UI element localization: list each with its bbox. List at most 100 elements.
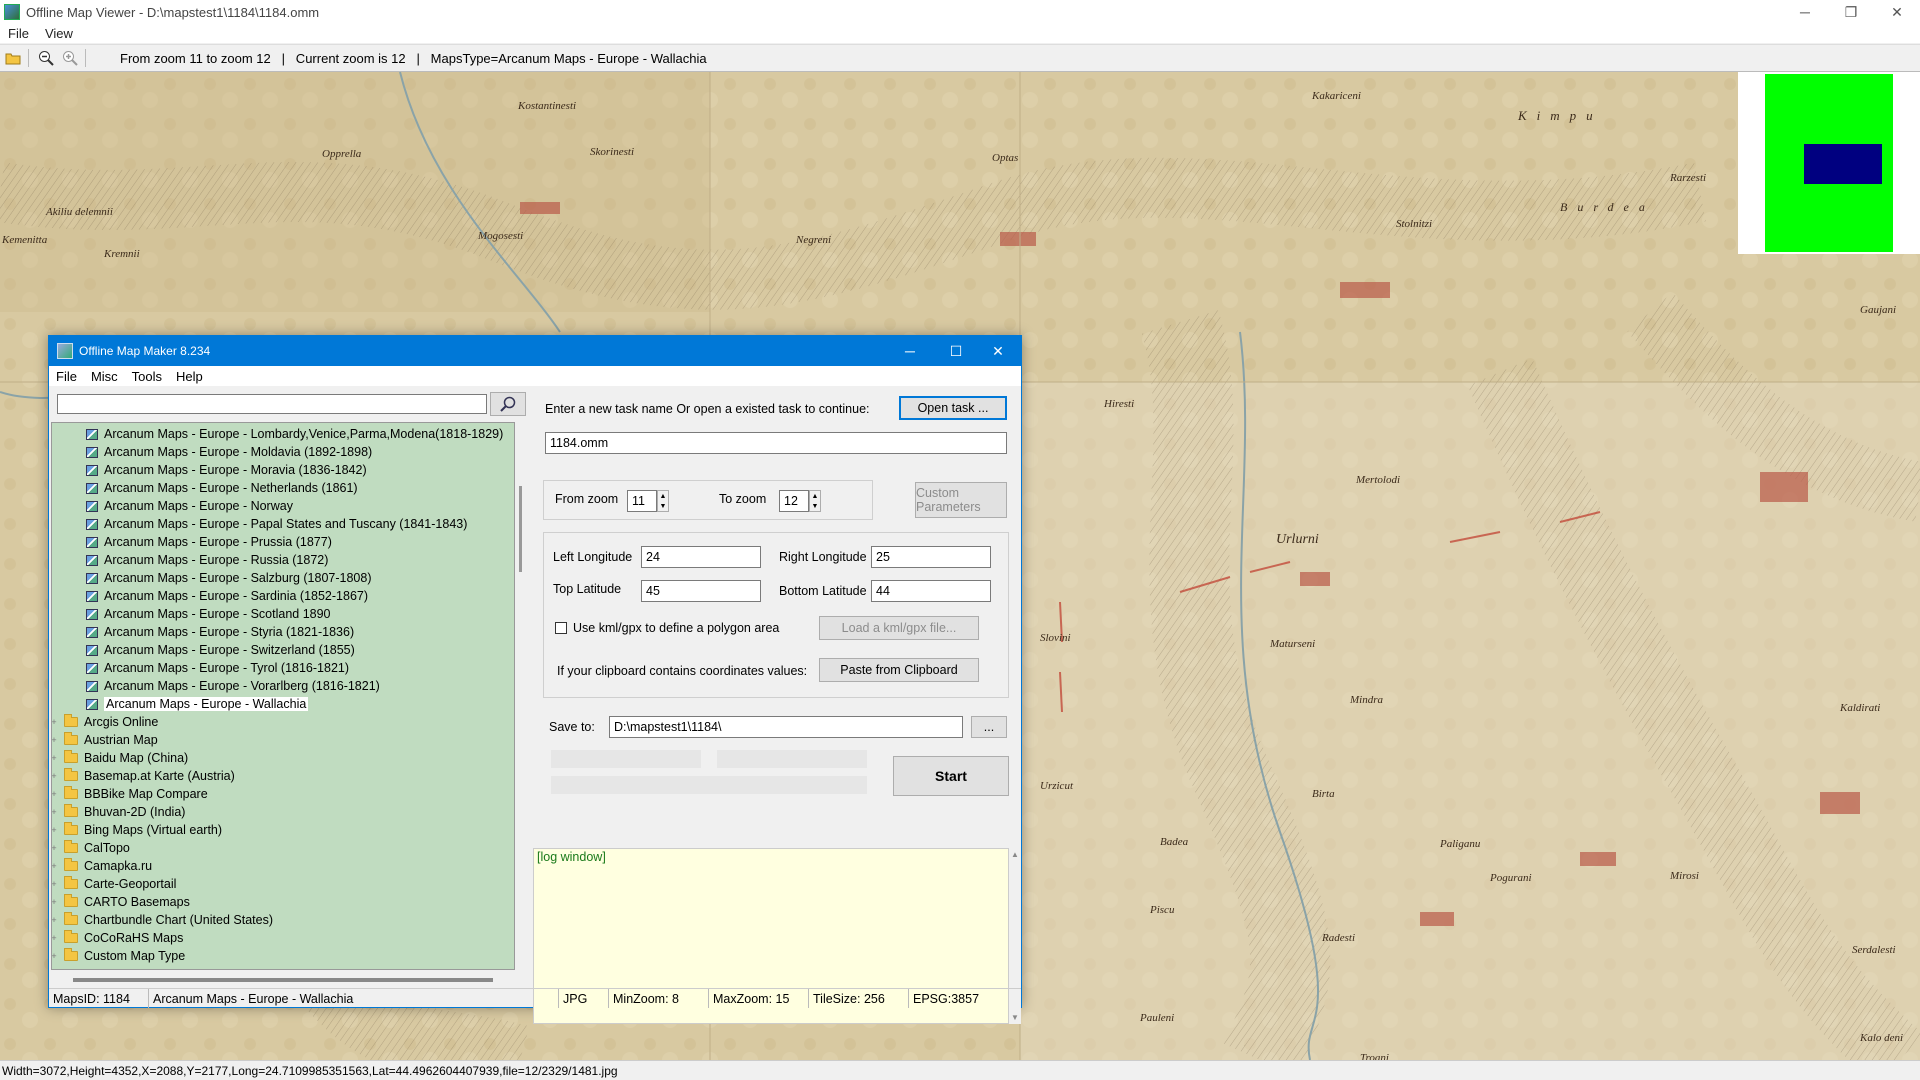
minimize-button[interactable]: ─ (1782, 0, 1828, 24)
tree-item[interactable]: Arcanum Maps - Europe - Prussia (1877) (86, 533, 332, 551)
menu-view[interactable]: View (37, 26, 81, 41)
tree-item[interactable]: Arcanum Maps - Europe - Sardinia (1852-1… (86, 587, 368, 605)
tree-item[interactable]: Arcanum Maps - Europe - Moravia (1836-18… (86, 461, 367, 479)
map-place-label: Pauleni (1140, 1012, 1175, 1024)
save-path-input[interactable] (609, 716, 963, 738)
tree-folder[interactable]: + Carte-Geoportail (52, 875, 176, 893)
minimap-viewport[interactable] (1804, 144, 1882, 184)
viewer-toolbar: From zoom 11 to zoom 12 | Current zoom i… (0, 44, 1920, 72)
map-search-input[interactable] (57, 394, 487, 414)
tree-item[interactable]: Arcanum Maps - Europe - Tyrol (1816-1821… (86, 659, 349, 677)
tree-item-selected[interactable]: Arcanum Maps - Europe - Wallachia (86, 695, 309, 713)
tree-vertical-scrollbar[interactable] (517, 422, 527, 970)
menu-file[interactable]: File (0, 26, 37, 41)
tree-item[interactable]: Arcanum Maps - Europe - Styria (1821-183… (86, 623, 354, 641)
expand-icon[interactable]: + (52, 879, 58, 889)
tree-item[interactable]: Arcanum Maps - Europe - Switzerland (185… (86, 641, 355, 659)
close-button[interactable]: ✕ (1874, 0, 1920, 24)
to-zoom-value[interactable]: 12 (779, 490, 809, 512)
to-zoom-stepper[interactable]: ▲ ▼ (809, 490, 821, 512)
tree-folder-label: BBBike Map Compare (84, 787, 208, 801)
map-place-label: Urlurni (1276, 532, 1319, 547)
tree-item[interactable]: Arcanum Maps - Europe - Moldavia (1892-1… (86, 443, 372, 461)
tree-folder[interactable]: + CalTopo (52, 839, 130, 857)
browse-button[interactable]: ... (971, 716, 1007, 738)
tree-item-label: Arcanum Maps - Europe - Moravia (1836-18… (104, 463, 367, 477)
scroll-up-icon[interactable]: ▲ (1011, 850, 1019, 859)
tree-folder[interactable]: + Camapka.ru (52, 857, 152, 875)
expand-icon[interactable]: + (52, 771, 58, 781)
tree-item[interactable]: Arcanum Maps - Europe - Vorarlberg (1816… (86, 677, 380, 695)
tree-folder[interactable]: + CoCoRaHS Maps (52, 929, 183, 947)
tree-horizontal-scrollbar[interactable] (73, 978, 493, 982)
right-longitude-input[interactable] (871, 546, 991, 568)
tree-item[interactable]: Arcanum Maps - Europe - Netherlands (186… (86, 479, 358, 497)
tree-folder[interactable]: + Basemap.at Karte (Austria) (52, 767, 235, 785)
custom-parameters-button[interactable]: Custom Parameters (915, 482, 1007, 518)
bottom-latitude-input[interactable] (871, 580, 991, 602)
tree-item[interactable]: Arcanum Maps - Europe - Norway (86, 497, 293, 515)
tree-folder[interactable]: + Bhuvan-2D (India) (52, 803, 185, 821)
left-longitude-input[interactable] (641, 546, 761, 568)
expand-icon[interactable]: + (52, 951, 58, 961)
chevron-down-icon[interactable]: ▼ (660, 503, 667, 510)
expand-icon[interactable]: + (52, 753, 58, 763)
tree-folder[interactable]: + CARTO Basemaps (52, 893, 190, 911)
expand-icon[interactable]: + (52, 807, 58, 817)
tree-item[interactable]: Arcanum Maps - Europe - Lombardy,Venice,… (86, 425, 503, 443)
tree-folder[interactable]: + Chartbundle Chart (United States) (52, 911, 273, 929)
expand-icon[interactable]: + (52, 825, 58, 835)
restore-button[interactable]: ❐ (1828, 0, 1874, 24)
search-icon (500, 396, 516, 412)
expand-icon[interactable]: + (52, 735, 58, 745)
task-name-input[interactable] (545, 432, 1007, 454)
chevron-up-icon[interactable]: ▲ (660, 493, 667, 500)
tree-folder[interactable]: + BBBike Map Compare (52, 785, 208, 803)
tree-folder[interactable]: + Baidu Map (China) (52, 749, 188, 767)
zoom-in-icon (63, 51, 78, 66)
dialog-maximize-button[interactable]: ☐ (933, 336, 979, 366)
top-latitude-input[interactable] (641, 580, 761, 602)
expand-icon[interactable]: + (52, 843, 58, 853)
overview-minimap[interactable] (1738, 72, 1920, 254)
tree-folder[interactable]: + Austrian Map (52, 731, 158, 749)
expand-icon[interactable]: + (52, 915, 58, 925)
tree-folder[interactable]: + Custom Map Type (52, 947, 185, 965)
open-folder-button[interactable] (2, 47, 24, 69)
chevron-up-icon[interactable]: ▲ (812, 493, 819, 500)
tree-item[interactable]: Arcanum Maps - Europe - Papal States and… (86, 515, 467, 533)
expand-icon[interactable]: + (52, 861, 58, 871)
scroll-thumb[interactable] (519, 486, 522, 572)
map-place-label: Urzicut (1040, 780, 1073, 792)
from-zoom-stepper[interactable]: ▲ ▼ (657, 490, 669, 512)
tree-item[interactable]: Arcanum Maps - Europe - Russia (1872) (86, 551, 328, 569)
tree-folder[interactable]: + Bing Maps (Virtual earth) (52, 821, 222, 839)
dialog-menu-help[interactable]: Help (169, 369, 210, 384)
map-type-tree[interactable]: Arcanum Maps - Europe - Lombardy,Venice,… (51, 422, 515, 970)
zoom-out-button[interactable] (35, 47, 57, 69)
chevron-down-icon[interactable]: ▼ (812, 503, 819, 510)
expand-icon[interactable]: + (52, 933, 58, 943)
tree-item[interactable]: Arcanum Maps - Europe - Salzburg (1807-1… (86, 569, 372, 587)
start-button[interactable]: Start (893, 756, 1009, 796)
tree-folder[interactable]: + Arcgis Online (52, 713, 158, 731)
zoom-in-button[interactable] (59, 47, 81, 69)
tree-item[interactable]: Arcanum Maps - Europe - Scotland 1890 (86, 605, 331, 623)
dialog-minimize-button[interactable]: ─ (887, 336, 933, 366)
minimize-icon: ─ (1800, 4, 1810, 20)
expand-icon[interactable]: + (52, 897, 58, 907)
from-zoom-value[interactable]: 11 (627, 490, 657, 512)
load-kml-button[interactable]: Load a kml/gpx file... (819, 616, 979, 640)
dialog-menu-file[interactable]: File (49, 369, 84, 384)
search-button[interactable] (490, 392, 526, 416)
dialog-menu-misc[interactable]: Misc (84, 369, 125, 384)
dialog-close-button[interactable]: ✕ (975, 336, 1021, 366)
dialog-menu-tools[interactable]: Tools (125, 369, 169, 384)
paste-clipboard-button[interactable]: Paste from Clipboard (819, 658, 979, 682)
scroll-down-icon[interactable]: ▼ (1011, 1013, 1019, 1022)
expand-icon[interactable]: + (52, 789, 58, 799)
close-icon: ✕ (1891, 3, 1903, 20)
expand-icon[interactable]: + (52, 717, 58, 727)
use-kml-checkbox[interactable] (555, 622, 567, 634)
open-task-button[interactable]: Open task ... (899, 396, 1007, 420)
